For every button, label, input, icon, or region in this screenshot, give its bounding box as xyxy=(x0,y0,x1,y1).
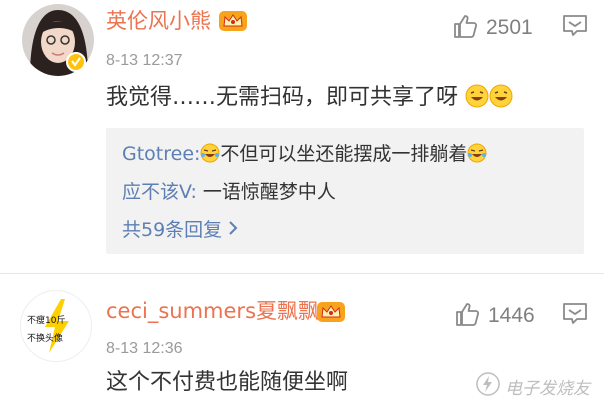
watermark-text: 电子发烧友 xyxy=(505,378,590,399)
thumbs-up-icon xyxy=(454,301,480,331)
comment-content: 我觉得……无需扫码，即可共享了呀 xyxy=(106,84,513,112)
comment-menu-button[interactable] xyxy=(562,14,588,38)
like-count: 1446 xyxy=(488,304,535,327)
comment-content: 这个不付费也能随便坐啊 xyxy=(106,370,349,395)
laugh-emoji-icon xyxy=(465,84,489,108)
replies-box[interactable]: Gtotree: 不但可以坐还能摆成一排躺着 应不该V: 一语惊醒梦中人 共59… xyxy=(106,128,584,254)
verified-badge-icon xyxy=(66,52,86,72)
username[interactable]: 英伦风小熊 xyxy=(106,8,211,34)
avatar[interactable]: 不瘦10斤 不换头像 xyxy=(20,290,92,362)
more-replies-link[interactable]: 共59条回复 xyxy=(122,217,238,243)
comment-time: 8-13 12:36 xyxy=(106,340,183,357)
thumbs-up-icon xyxy=(452,13,478,43)
username[interactable]: ceci_summers夏飘飘 xyxy=(106,298,319,324)
like-button[interactable]: 2501 xyxy=(452,13,533,43)
reply-username[interactable]: Gtotree: xyxy=(122,143,200,165)
reply-text: 不但可以坐还能摆成一排躺着 xyxy=(220,143,468,165)
reply-item: Gtotree: 不但可以坐还能摆成一排躺着 xyxy=(122,141,487,167)
chevron-right-icon xyxy=(228,217,238,243)
avatar-text: 不换头像 xyxy=(27,332,63,344)
reply-username[interactable]: 应不该V: xyxy=(122,181,197,203)
reply-item: 应不该V: 一语惊醒梦中人 xyxy=(122,179,336,205)
like-count: 2501 xyxy=(486,16,533,39)
watermark-logo-icon xyxy=(475,371,501,401)
comment-item: 英伦风小熊 8-13 12:37 2501 我觉得……无需扫码，即可共享了呀 G… xyxy=(0,0,604,273)
tears-of-joy-emoji-icon xyxy=(200,143,220,163)
comment-time: 8-13 12:37 xyxy=(106,52,183,69)
tears-of-joy-emoji-icon xyxy=(467,143,487,163)
crown-icon xyxy=(316,300,346,324)
reply-text: 一语惊醒梦中人 xyxy=(196,181,336,203)
comment-menu-button[interactable] xyxy=(562,302,588,326)
comment-text: 我觉得……无需扫码，即可共享了呀 xyxy=(106,85,459,110)
like-button[interactable]: 1446 xyxy=(454,301,535,331)
more-replies-label: 共59条回复 xyxy=(122,219,223,241)
avatar-text: 不瘦10斤 xyxy=(27,314,65,326)
laugh-emoji-icon xyxy=(489,84,513,108)
watermark: 电子发烧友 xyxy=(475,371,590,401)
crown-icon xyxy=(218,9,248,33)
